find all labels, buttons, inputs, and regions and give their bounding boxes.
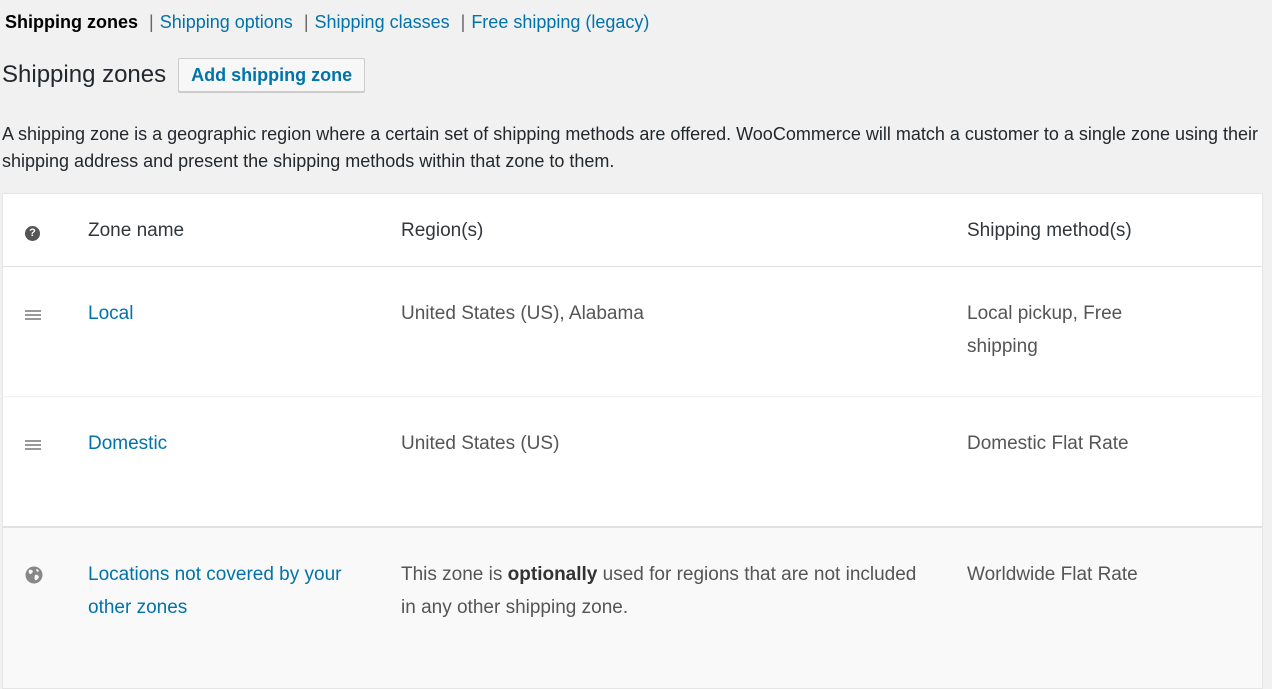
table-header: ? Zone name Region(s) Shipping method(s) — [3, 194, 1262, 267]
zone-name-link[interactable]: Local — [88, 303, 133, 324]
zone-name-cell: Domestic — [88, 427, 378, 460]
subnav-link-shipping-options[interactable]: Shipping options — [160, 12, 293, 32]
zone-name-cell: Local — [88, 297, 378, 330]
table-row: Domestic United States (US) Domestic Fla… — [3, 397, 1262, 528]
subnav-separator: | — [460, 12, 466, 32]
subnav-link-free-shipping-legacy[interactable]: Free shipping (legacy) — [471, 12, 649, 32]
drag-cell — [25, 427, 47, 463]
table-row: Local United States (US), Alabama Local … — [3, 267, 1262, 397]
region-text-bold: optionally — [507, 564, 598, 585]
drag-cell — [25, 297, 47, 333]
default-zone-row: Locations not covered by your other zone… — [3, 528, 1262, 688]
globe-cell — [25, 558, 47, 595]
page-description: A shipping zone is a geographic region w… — [2, 124, 1259, 171]
drag-handle-icon[interactable] — [25, 310, 41, 322]
default-zone-methods: Worldwide Flat Rate — [967, 564, 1138, 585]
zone-name-link[interactable]: Domestic — [88, 433, 167, 454]
default-zone-region: This zone is optionally used for regions… — [401, 558, 921, 624]
column-header-shipping-methods: Shipping method(s) — [967, 220, 1132, 241]
shipping-zones-table: ? Zone name Region(s) Shipping method(s)… — [2, 193, 1263, 689]
zone-methods: Local pickup, Free shipping — [967, 303, 1123, 357]
zone-methods: Domestic Flat Rate — [967, 433, 1129, 454]
subnav-separator: | — [303, 12, 309, 32]
heading-row: Shipping zones Add shipping zone — [2, 58, 366, 92]
subnav-separator: | — [149, 12, 154, 32]
zone-name-cell: Locations not covered by your other zone… — [88, 558, 378, 624]
help-cell: ? — [25, 214, 47, 247]
subnav-current-shipping-zones[interactable]: Shipping zones — [5, 12, 138, 32]
drag-handle-icon[interactable] — [25, 440, 41, 452]
column-header-regions: Region(s) — [401, 220, 484, 241]
default-zone-name-link[interactable]: Locations not covered by your other zone… — [88, 564, 342, 618]
zone-region: United States (US) — [401, 433, 560, 454]
globe-icon — [25, 566, 43, 584]
shipping-subnav: Shipping zones | Shipping options | Shippi… — [5, 11, 649, 33]
region-text-pre: This zone is — [401, 564, 508, 585]
column-header-zone-name: Zone name — [88, 220, 185, 241]
help-icon[interactable]: ? — [25, 226, 40, 241]
page-title: Shipping zones — [2, 61, 167, 88]
subnav-link-shipping-classes[interactable]: Shipping classes — [315, 12, 450, 32]
zone-region: United States (US), Alabama — [401, 303, 644, 324]
add-shipping-zone-button[interactable]: Add shipping zone — [178, 58, 366, 92]
